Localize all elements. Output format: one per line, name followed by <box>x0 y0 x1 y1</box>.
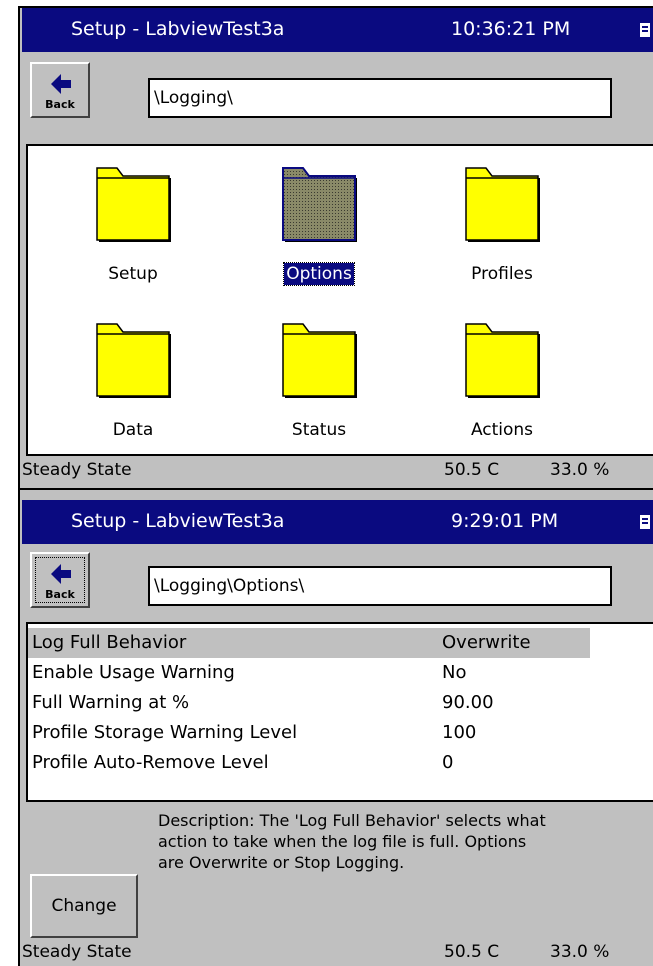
back-button-label: Back <box>45 588 75 601</box>
status-bar: Steady State 50.5 C 33.0 % <box>22 938 653 966</box>
option-row[interactable]: Enable Usage Warning No <box>28 658 590 688</box>
folder-icon <box>96 323 171 398</box>
folder-panel: Setup Options Profiles Data Status Actio… <box>26 144 653 456</box>
option-value: 100 <box>442 722 477 743</box>
option-name: Enable Usage Warning <box>32 662 235 683</box>
option-value: Overwrite <box>442 632 531 653</box>
folder-icon <box>282 167 357 242</box>
option-name: Profile Storage Warning Level <box>32 722 298 743</box>
menu-icon[interactable] <box>639 514 651 530</box>
device-frame: Setup - LabviewTest3a 10:36:21 PM Back \… <box>18 6 653 966</box>
options-list: Log Full Behavior Overwrite Enable Usage… <box>26 622 653 802</box>
status-humidity: 33.0 % <box>550 460 610 480</box>
title-bar: Setup - LabviewTest3a 10:36:21 PM <box>22 8 653 52</box>
status-bar: Steady State 50.5 C 33.0 % <box>22 456 653 484</box>
folder-label: Options <box>283 262 355 286</box>
status-temperature: 50.5 C <box>444 460 500 480</box>
folder-setup[interactable]: Setup <box>63 162 203 302</box>
path-field[interactable]: \Logging\Options\ <box>148 566 612 606</box>
status-humidity: 33.0 % <box>550 942 610 962</box>
option-row[interactable]: Log Full Behavior Overwrite <box>28 628 590 658</box>
option-value: 0 <box>442 752 454 773</box>
window-title: Setup - LabviewTest3a <box>71 18 285 40</box>
folder-profiles[interactable]: Profiles <box>432 162 572 302</box>
folder-icon <box>465 323 540 398</box>
folder-options[interactable]: Options <box>249 162 389 302</box>
folder-data[interactable]: Data <box>63 318 203 458</box>
back-arrow-icon <box>51 564 71 584</box>
folder-status[interactable]: Status <box>249 318 389 458</box>
back-arrow-icon <box>51 74 71 94</box>
path-field[interactable]: \Logging\ <box>148 78 612 118</box>
logging-screen: Setup - LabviewTest3a 10:36:21 PM Back \… <box>20 8 653 488</box>
option-name: Profile Auto-Remove Level <box>32 752 269 773</box>
status-temperature: 50.5 C <box>444 942 500 962</box>
window-title: Setup - LabviewTest3a <box>71 510 285 532</box>
option-value: No <box>442 662 467 683</box>
folder-label: Status <box>291 420 347 440</box>
change-button[interactable]: Change <box>30 874 138 938</box>
description-line: are Overwrite or Stop Logging. <box>158 853 405 872</box>
folder-actions[interactable]: Actions <box>432 318 572 458</box>
folder-label: Setup <box>108 264 158 284</box>
folder-label: Data <box>112 420 154 440</box>
description-text: Description: The 'Log Full Behavior' sel… <box>158 810 648 873</box>
status-state: Steady State <box>22 460 132 480</box>
clock: 10:36:21 PM <box>451 18 571 40</box>
menu-icon[interactable] <box>639 22 651 38</box>
option-row[interactable]: Profile Storage Warning Level 100 <box>28 718 590 748</box>
status-state: Steady State <box>22 942 132 962</box>
folder-icon <box>465 167 540 242</box>
back-button-label: Back <box>45 98 75 111</box>
folder-icon <box>96 167 171 242</box>
options-screen: Setup - LabviewTest3a 9:29:01 PM Back \L… <box>20 490 653 966</box>
option-row[interactable]: Profile Auto-Remove Level 0 <box>28 748 590 778</box>
title-bar: Setup - LabviewTest3a 9:29:01 PM <box>22 500 653 544</box>
folder-label: Actions <box>470 420 534 440</box>
folder-icon <box>282 323 357 398</box>
option-value: 90.00 <box>442 692 494 713</box>
description-line: Description: The 'Log Full Behavior' sel… <box>158 811 546 830</box>
clock: 9:29:01 PM <box>451 510 559 532</box>
back-button[interactable]: Back <box>30 552 90 608</box>
option-row[interactable]: Full Warning at % 90.00 <box>28 688 590 718</box>
option-name: Log Full Behavior <box>32 632 187 653</box>
folder-label: Profiles <box>471 264 533 284</box>
back-button[interactable]: Back <box>30 62 90 118</box>
option-name: Full Warning at % <box>32 692 190 713</box>
description-line: action to take when the log file is full… <box>158 832 527 851</box>
